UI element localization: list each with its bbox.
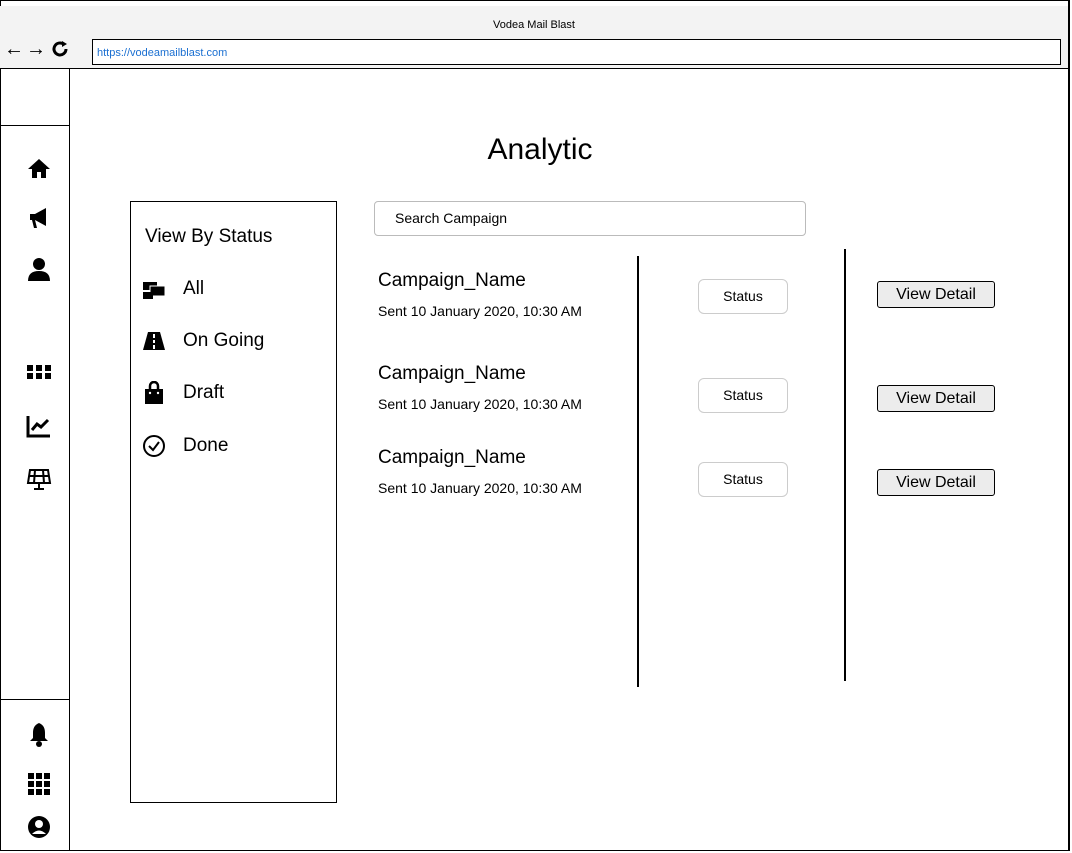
forward-arrow-icon[interactable]: → [26,39,46,59]
filter-done[interactable]: Done [141,432,228,460]
road-icon [141,328,167,354]
campaign-name[interactable]: Campaign_Name [378,447,526,469]
solar-panel-icon[interactable] [26,466,52,492]
view-detail-button[interactable]: View Detail [877,281,995,308]
panel-title: View By Status [145,226,273,247]
status-button[interactable]: Status [698,378,788,413]
mail-bulk-icon [141,276,167,302]
filter-draft[interactable]: Draft [141,379,224,407]
bell-icon[interactable] [26,721,52,747]
back-arrow-icon[interactable]: ← [4,39,24,59]
account-circle-icon[interactable] [26,814,52,840]
apps-icon[interactable] [26,771,52,797]
status-button[interactable]: Status [698,279,788,314]
filter-on-going[interactable]: On Going [141,327,264,355]
url-bar[interactable]: https://vodeamailblast.com [92,39,1061,65]
sidebar-divider [0,125,69,126]
chart-line-icon[interactable] [26,413,52,439]
campaign-sent-date: Sent 10 January 2020, 10:30 AM [378,396,582,412]
status-button[interactable]: Status [698,462,788,497]
column-divider [844,249,846,681]
sidebar-divider [0,699,69,700]
check-circle-icon [141,433,167,459]
status-filter-panel: View By Status All On Going Draft Done [130,201,337,803]
user-icon[interactable] [26,256,52,282]
megaphone-icon[interactable] [26,205,52,231]
campaign-sent-date: Sent 10 January 2020, 10:30 AM [378,303,582,319]
shopping-bag-icon [141,380,167,406]
filter-all[interactable]: All [141,275,204,303]
campaign-sent-date: Sent 10 January 2020, 10:30 AM [378,480,582,496]
view-detail-button[interactable]: View Detail [877,469,995,496]
window-title: Vodea Mail Blast [493,19,575,31]
filter-label: Draft [183,382,225,403]
filter-label: Done [183,435,229,456]
filter-label: All [183,278,205,299]
search-campaign-input[interactable]: Search Campaign [374,201,806,236]
view-detail-button[interactable]: View Detail [877,385,995,412]
grid-icon[interactable] [26,359,52,385]
reload-icon[interactable] [50,39,70,63]
page-title: Analytic [487,133,593,166]
sidebar [0,69,70,851]
campaign-name[interactable]: Campaign_Name [378,363,526,385]
campaign-name[interactable]: Campaign_Name [378,270,526,292]
column-divider [637,256,639,687]
filter-label: On Going [183,330,265,351]
